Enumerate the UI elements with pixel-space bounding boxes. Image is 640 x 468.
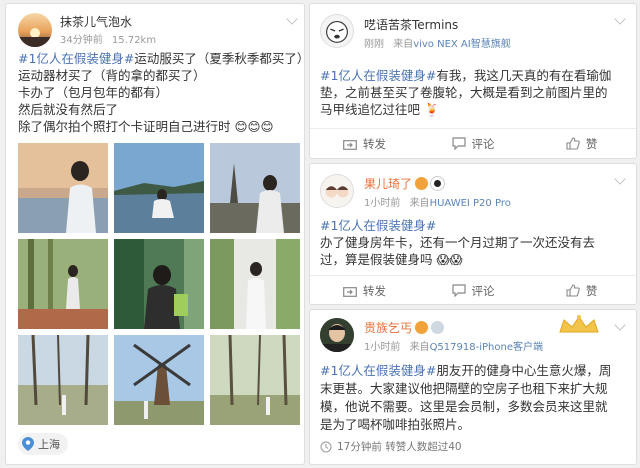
post-meta: 刚刚 来自vivo NEX AI智慧旗舰: [364, 35, 511, 50]
chevron-down-icon[interactable]: [286, 13, 298, 25]
author-name-text: 果儿琦了: [364, 177, 413, 191]
comment-label: 评论: [471, 136, 495, 151]
like-label: 赞: [585, 283, 598, 298]
source-prefix: 来自: [409, 198, 430, 209]
thumbs-up-icon: [566, 137, 580, 150]
emoji-icon: 🍹: [420, 102, 440, 117]
diamond-icon: [431, 321, 445, 334]
topic-tag[interactable]: #1亿人在假装健身#: [320, 363, 436, 378]
topic-tag[interactable]: #1亿人在假装健身#: [320, 217, 634, 234]
post-distance: 15.72km: [111, 35, 157, 46]
post-line: 末更甚。大家建议他把隔壁的空房子也租下来扩大规: [320, 381, 608, 396]
location-pin-icon: [22, 437, 34, 451]
photo-thumbnail[interactable]: [18, 335, 108, 425]
author-name-text: 贵族乞丐: [364, 321, 413, 335]
photo-thumbnail[interactable]: [210, 143, 300, 233]
source-prefix: 来自: [393, 39, 414, 50]
emoji-icon: 😊😊😊: [230, 119, 274, 134]
author-name[interactable]: 抹茶儿气泡水: [60, 13, 132, 30]
photo-grid: [18, 143, 300, 425]
photo-thumbnail[interactable]: [114, 143, 204, 233]
post-time: 34分钟前: [60, 35, 103, 46]
post-time: 刚刚: [364, 39, 384, 50]
crown-icon: [559, 315, 599, 333]
action-bar: 转发 评论 赞: [310, 128, 636, 158]
author-avatar[interactable]: [320, 174, 354, 208]
topic-tag[interactable]: #1亿人在假装健身#: [320, 68, 436, 83]
like-button[interactable]: 赞: [527, 129, 636, 158]
comment-label: 评论: [471, 283, 495, 298]
post-line: 过，算是假装健身吗: [320, 252, 433, 267]
repost-icon: [342, 286, 357, 297]
author-avatar[interactable]: [320, 318, 354, 352]
post-line: 马甲线追忆过往吧: [320, 102, 421, 117]
photo-thumbnail[interactable]: [210, 335, 300, 425]
photo-thumbnail[interactable]: [18, 239, 108, 329]
post-line: 有我，我这几天真的有在看瑜伽: [436, 68, 612, 83]
author-name[interactable]: 贵族乞丐: [364, 319, 445, 336]
post-line: 办了健身房年卡，还有一个月过期了一次还没有去: [320, 235, 596, 250]
post-line: 是为了喝杯咖啡拍张照片。: [320, 417, 471, 432]
member-badge-icon: [415, 321, 429, 334]
photo-thumbnail[interactable]: [210, 239, 300, 329]
like-label: 赞: [585, 136, 598, 151]
post-meta: 1小时前 来自Q517918-iPhone客户端: [364, 338, 543, 353]
source-device[interactable]: HUAWEI P20 Pro: [430, 198, 511, 209]
post-line: 运动器材买了（背的拿的都买了）: [18, 68, 206, 83]
like-button[interactable]: 赞: [527, 276, 636, 304]
repost-label: 转发: [362, 136, 386, 151]
post-footer: 17分钟前 转赞人数超过40: [320, 439, 462, 454]
action-bar: 转发 评论 赞: [310, 275, 636, 304]
chevron-down-icon[interactable]: [614, 319, 626, 331]
post-meta: 34分钟前 15.72km: [60, 31, 156, 46]
author-avatar[interactable]: [320, 14, 354, 48]
author-name[interactable]: 呓语苦茶Termins: [364, 16, 458, 33]
author-name[interactable]: 果儿琦了: [364, 175, 445, 192]
source-device[interactable]: vivo NEX AI智慧旗舰: [413, 39, 511, 50]
post-text: #1亿人在假装健身#有我，我这几天真的有在看瑜伽 垫，之前甚至买了卷腹轮，大概是…: [320, 67, 634, 118]
weibo-post-card-left: 抹茶儿气泡水 34分钟前 15.72km #1亿人在假装健身#运动服买了（夏季秋…: [5, 3, 305, 465]
comment-icon: [451, 137, 466, 150]
source-prefix: 来自: [409, 342, 430, 353]
author-avatar[interactable]: [18, 13, 52, 47]
repost-button[interactable]: 转发: [310, 129, 419, 158]
photo-thumbnail[interactable]: [114, 335, 204, 425]
clock-icon: [320, 441, 332, 452]
chevron-down-icon[interactable]: [614, 13, 626, 25]
post-line: 除了偶尔拍个照打个卡证明自己进行时: [18, 119, 231, 134]
post-line: 运动服买了（夏季秋季都买了）: [134, 51, 305, 66]
weibo-post-card: 贵族乞丐 1小时前 来自Q517918-iPhone客户端 #1亿人在假装健身#…: [309, 309, 637, 465]
post-time: 1小时前: [364, 342, 401, 353]
post-meta: 1小时前 来自HUAWEI P20 Pro: [364, 194, 511, 209]
emoji-icon: 😱😱: [432, 252, 463, 267]
post-text: #1亿人在假装健身#朋友开的健身中心生意火爆，周 末更甚。大家建议他把隔壁的空房…: [320, 362, 634, 434]
weibo-post-card: 呓语苦茶Termins 刚刚 来自vivo NEX AI智慧旗舰 #1亿人在假装…: [309, 3, 637, 159]
topic-tag[interactable]: #1亿人在假装健身#: [18, 51, 134, 66]
post-line: 朋友开的健身中心生意火爆，周: [436, 363, 612, 378]
repost-icon: [342, 139, 357, 150]
comment-button[interactable]: 评论: [419, 276, 528, 304]
photo-thumbnail[interactable]: [18, 143, 108, 233]
post-line: 模，他说不需要。这里是会员制，多数会员来这里就: [320, 399, 608, 414]
post-time: 1小时前: [364, 198, 401, 209]
comment-icon: [451, 284, 466, 297]
footer-text: 17分钟前 转赞人数超过40: [337, 441, 462, 453]
photo-thumbnail[interactable]: [114, 239, 204, 329]
thumbs-up-icon: [566, 284, 580, 297]
post-line: 垫，之前甚至买了卷腹轮，大概是看到之前图片里的: [320, 85, 608, 100]
chevron-down-icon[interactable]: [614, 173, 626, 185]
weibo-post-card: 果儿琦了 1小时前 来自HUAWEI P20 Pro #1亿人在假装健身# 办了…: [309, 163, 637, 305]
post-line: 卡办了（包月包年的都有）: [18, 85, 169, 100]
post-line: 然后就没有然后了: [18, 102, 119, 117]
comment-button[interactable]: 评论: [419, 129, 528, 158]
location-label: 上海: [38, 438, 60, 451]
location-tag[interactable]: 上海: [18, 433, 68, 455]
post-text: #1亿人在假装健身# 办了健身房年卡，还有一个月过期了一次还没有去 过，算是假装…: [320, 217, 634, 268]
panda-icon: [431, 177, 445, 190]
member-badge-icon: [415, 177, 429, 190]
repost-label: 转发: [362, 283, 386, 298]
post-text: #1亿人在假装健身#运动服买了（夏季秋季都买了） 运动器材买了（背的拿的都买了）…: [18, 50, 304, 135]
repost-button[interactable]: 转发: [310, 276, 419, 304]
source-device[interactable]: Q517918-iPhone客户端: [430, 342, 543, 353]
